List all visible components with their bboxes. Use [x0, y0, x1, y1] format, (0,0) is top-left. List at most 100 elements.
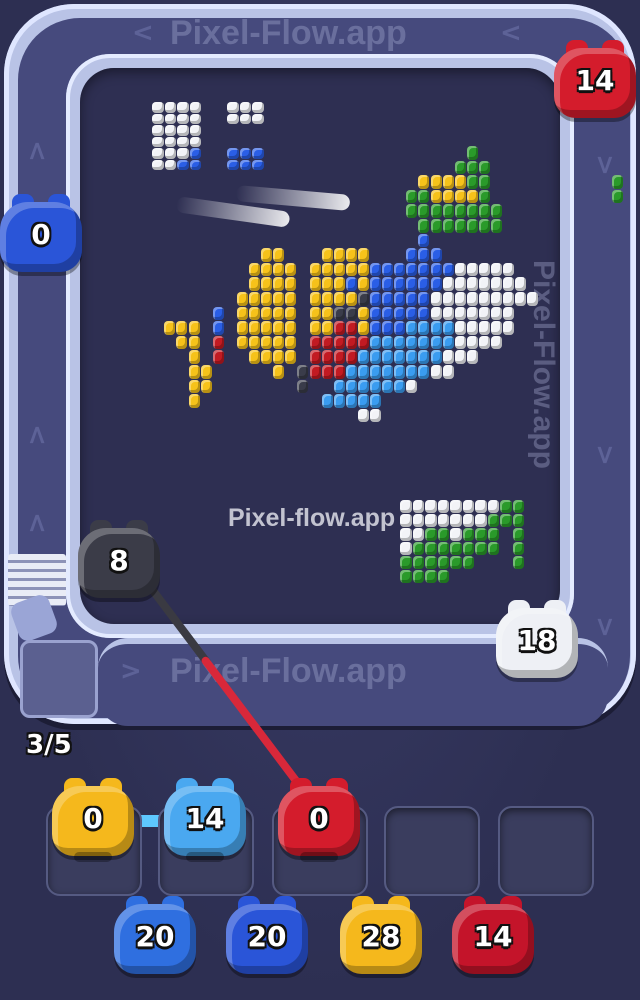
queue-shooter-blue[interactable]: 20	[226, 896, 308, 978]
pixel-block	[406, 204, 418, 218]
pixel-block	[370, 321, 382, 335]
pixel-block	[503, 262, 515, 277]
pixel-block	[491, 204, 503, 218]
pixel-block	[177, 113, 189, 124]
pixel-block	[249, 335, 261, 350]
pixel-block	[309, 350, 321, 364]
pixel-block	[418, 350, 430, 364]
shooter-red-on-track[interactable]: 14	[554, 40, 636, 122]
pixel-block	[321, 321, 333, 335]
pixel-block	[357, 335, 369, 350]
pixel-block	[503, 277, 515, 291]
pixel-block	[200, 365, 212, 379]
pixel-block	[425, 556, 437, 569]
queue-shooter-red[interactable]: 14	[452, 896, 534, 978]
chevron-down-icon: <	[21, 512, 52, 534]
pixel-block	[442, 262, 454, 277]
pixel-block	[442, 365, 454, 379]
queue-shooter-blue[interactable]: 20	[114, 896, 196, 978]
pixel-block	[321, 248, 333, 262]
pixel-block	[345, 262, 357, 277]
pixel-block	[285, 277, 297, 291]
pixel-block	[370, 350, 382, 364]
pixel-block	[503, 292, 515, 306]
pixel-block	[189, 159, 201, 170]
pixel-block	[212, 306, 224, 321]
ammo-count: 14	[185, 802, 225, 835]
ammo-count: 0	[83, 802, 103, 835]
shooter-blue-on-track[interactable]: 0	[0, 194, 82, 276]
pixel-block	[466, 175, 478, 189]
pixel-block	[478, 189, 490, 204]
pixel-block	[321, 292, 333, 306]
pixel-block	[400, 556, 412, 569]
pixel-block	[418, 219, 430, 233]
watermark: Pixel-Flow.app	[170, 14, 407, 52]
pixel-block	[345, 292, 357, 306]
pixel-block	[412, 528, 424, 541]
pixel-block	[239, 148, 251, 159]
pixel-block	[400, 514, 412, 527]
pixel-block	[462, 528, 474, 541]
pixel-block	[345, 306, 357, 321]
pixel-block	[321, 335, 333, 350]
pixel-block	[309, 262, 321, 277]
shooter-feet	[74, 852, 112, 862]
pixel-block	[487, 500, 499, 513]
shooter-black-on-track[interactable]: 8	[78, 520, 160, 602]
holding-slot-5[interactable]	[498, 806, 594, 896]
slot-shooter-yellow[interactable]: 0	[52, 778, 134, 862]
chevron-up-icon: <	[589, 444, 620, 466]
pixel-block	[164, 102, 176, 113]
pixel-block	[491, 321, 503, 335]
pixel-block	[478, 204, 490, 218]
pixel-block	[437, 500, 449, 513]
pixel-block	[333, 321, 345, 335]
pixel-block	[309, 321, 321, 335]
holding-slot-4[interactable]	[384, 806, 480, 896]
pixel-block	[430, 262, 442, 277]
pixel-block	[491, 335, 503, 350]
pixel-block	[400, 500, 412, 513]
pixel-block	[478, 277, 490, 291]
pixel-block	[189, 125, 201, 136]
ammo-count: 20	[135, 920, 175, 953]
pixel-block	[152, 102, 164, 113]
pixel-block	[437, 570, 449, 583]
ammo-count: 14	[473, 920, 513, 953]
pixel-block	[478, 335, 490, 350]
pixel-block	[273, 365, 285, 379]
pixel-block	[442, 175, 454, 189]
shooter-feet	[300, 852, 338, 862]
slot-shooter-red[interactable]: 0	[278, 778, 360, 862]
pixel-block	[297, 379, 309, 394]
pixel-block	[406, 350, 418, 364]
pixel-block	[515, 292, 527, 306]
pixel-block	[357, 262, 369, 277]
pixel-block	[406, 189, 418, 204]
pixel-block	[437, 514, 449, 527]
pixel-block	[425, 542, 437, 555]
pixel-block	[394, 321, 406, 335]
pixel-block	[430, 321, 442, 335]
slot-shooter-light-blue[interactable]: 14	[164, 778, 246, 862]
pixel-block	[188, 365, 200, 379]
queue-shooter-yellow[interactable]: 28	[340, 896, 422, 978]
pixel-block	[454, 189, 466, 204]
pixel-block	[273, 335, 285, 350]
shooter-white-on-track[interactable]: 18	[496, 600, 578, 682]
pixel-block	[273, 321, 285, 335]
pixel-block	[321, 306, 333, 321]
pixel-block	[466, 292, 478, 306]
pixel-block	[394, 306, 406, 321]
pixel-block	[321, 350, 333, 364]
pixel-block	[418, 321, 430, 335]
pixel-block	[357, 408, 369, 423]
pixel-block	[273, 350, 285, 364]
pixel-block	[450, 542, 462, 555]
pixel-block	[164, 321, 176, 335]
pixel-block	[309, 277, 321, 291]
pixel-block	[252, 159, 264, 170]
pixel-block	[412, 542, 424, 555]
pixel-block	[239, 102, 251, 113]
